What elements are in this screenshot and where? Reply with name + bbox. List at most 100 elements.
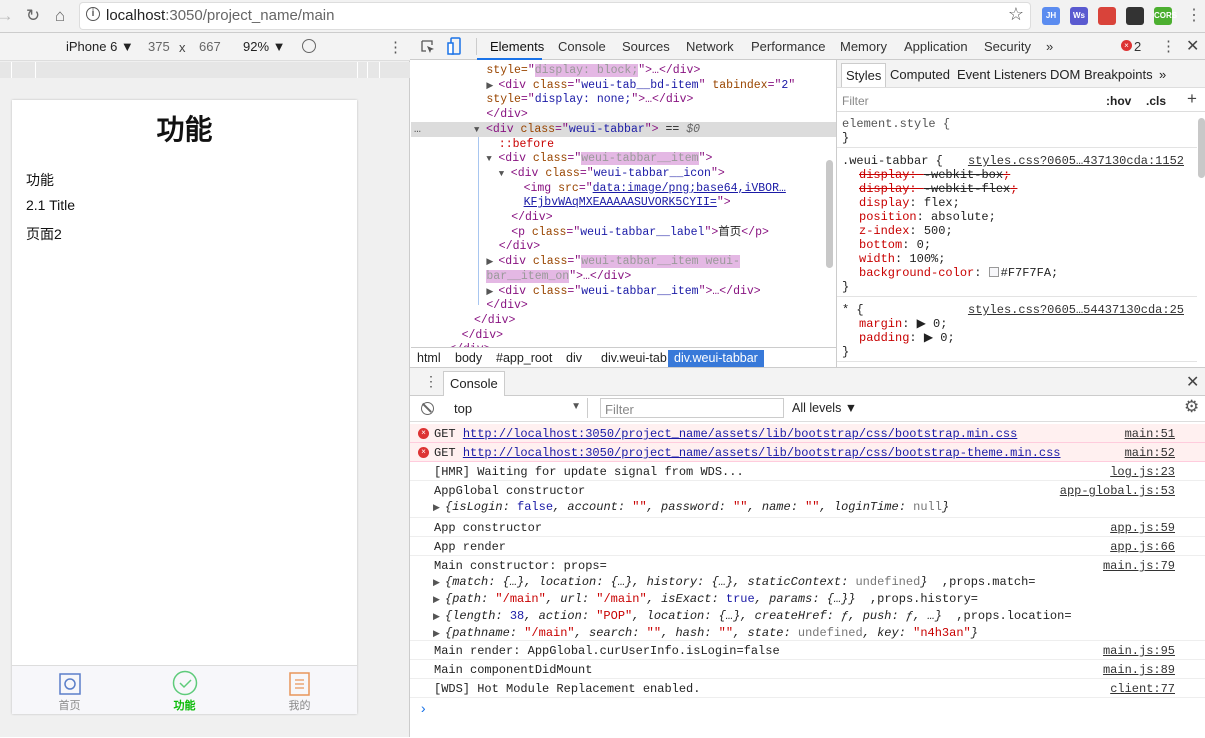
context-select[interactable]: top ▼: [446, 398, 588, 418]
close-drawer-icon[interactable]: ✕: [1186, 372, 1199, 392]
expand-arrow-icon[interactable]: ▶: [433, 592, 445, 608]
dom-node-line[interactable]: </div>: [411, 107, 836, 122]
css-property[interactable]: display: flex;: [859, 196, 960, 210]
code-token[interactable]: KFjbvWAqMXEAAAAASUVORK5CYII=: [524, 196, 717, 209]
console-source-link[interactable]: app-global.js:53: [1060, 483, 1175, 499]
dom-node-line[interactable]: <img src="data:image/png;base64,iVBOR…: [411, 181, 836, 196]
console-source-link[interactable]: main.js:89: [1103, 662, 1175, 678]
tab-console[interactable]: Console: [558, 39, 606, 54]
tab-sources[interactable]: Sources: [622, 39, 670, 54]
css-prop-name[interactable]: bottom: [859, 238, 902, 252]
styles-tab[interactable]: DOM Breakpoints: [1050, 67, 1153, 82]
css-prop-name[interactable]: padding: [859, 331, 909, 345]
css-property[interactable]: z-index: 500;: [859, 224, 953, 238]
console-source-link[interactable]: app.js:66: [1110, 539, 1175, 555]
tab-mine[interactable]: 我的: [242, 666, 357, 715]
home-icon[interactable]: ⌂: [49, 6, 71, 26]
color-swatch[interactable]: [988, 267, 999, 277]
console-source-link[interactable]: client:77: [1110, 681, 1175, 697]
error-icon[interactable]: ×: [1121, 40, 1132, 51]
breadcrumb-item[interactable]: div.weui-tabbar: [668, 350, 764, 368]
dom-node-line[interactable]: </div>: [411, 298, 836, 313]
css-prop-name[interactable]: display: [859, 168, 909, 182]
node-actions-icon[interactable]: …: [414, 122, 421, 137]
console-source-link[interactable]: main:52: [1125, 445, 1175, 461]
rotate-icon[interactable]: [302, 39, 316, 53]
code-token[interactable]: data:image/png;base64,iVBOR…: [593, 182, 786, 195]
styles-filter-input[interactable]: Filter: [842, 94, 869, 108]
css-source-link[interactable]: styles.css?0605…54437130cda:25: [968, 303, 1184, 317]
css-prop-name[interactable]: z-index: [859, 224, 909, 238]
console-source-link[interactable]: log.js:23: [1110, 464, 1175, 480]
dom-node-line[interactable]: bar__item_on">…</div>: [411, 269, 836, 284]
css-prop-name[interactable]: display: [859, 182, 909, 196]
dom-node-line[interactable]: </div>: [411, 313, 836, 328]
device-toggle-icon[interactable]: [447, 37, 461, 55]
styles-scrollbar[interactable]: [1198, 118, 1205, 178]
css-prop-value[interactable]: absolute: [931, 210, 989, 224]
drawer-menu-icon[interactable]: ⋮: [424, 373, 438, 390]
css-property[interactable]: position: absolute;: [859, 210, 996, 224]
forward-icon[interactable]: →: [0, 6, 16, 26]
css-prop-value[interactable]: ▶ 0: [924, 331, 948, 345]
list-item[interactable]: 2.1 Title: [26, 197, 75, 213]
dom-node-line[interactable]: style="display: none;">…</div>: [411, 92, 836, 107]
bookmark-star-icon[interactable]: ☆: [1008, 4, 1024, 25]
tab-features[interactable]: 功能: [127, 666, 242, 715]
styles-tab[interactable]: Event Listeners: [957, 67, 1047, 82]
tab-performance[interactable]: Performance: [751, 39, 825, 54]
console-source-link[interactable]: app.js:59: [1110, 520, 1175, 536]
dom-node-line[interactable]: ▶ <div class="weui-tabbar__item">…</div>: [411, 284, 836, 299]
code-token[interactable]: http://localhost:3050/project_name/asset…: [463, 446, 1061, 460]
css-prop-value[interactable]: 0: [917, 238, 924, 252]
css-prop-name[interactable]: display: [859, 196, 909, 210]
extension-icon[interactable]: JH: [1042, 7, 1060, 25]
css-prop-name[interactable]: position: [859, 210, 917, 224]
css-property[interactable]: bottom: 0;: [859, 238, 931, 252]
tab-network[interactable]: Network: [686, 39, 734, 54]
tab-application[interactable]: Application: [904, 39, 968, 54]
css-property[interactable]: width: 100%;: [859, 252, 945, 266]
console-source-link[interactable]: main.js:79: [1103, 558, 1175, 574]
css-property[interactable]: margin: ▶ 0;: [859, 317, 947, 331]
breadcrumb-item[interactable]: div.weui-tab: [595, 350, 673, 368]
breadcrumb-item[interactable]: body: [449, 350, 488, 368]
css-prop-value[interactable]: 500: [924, 224, 946, 238]
device-height[interactable]: 667: [199, 39, 221, 54]
cls-toggle[interactable]: .cls: [1146, 94, 1166, 108]
address-bar[interactable]: i localhost:3050/project_name/main ☆: [80, 3, 1030, 29]
tab-console[interactable]: Console: [443, 371, 505, 396]
dom-node-line[interactable]: </div>: [411, 210, 836, 225]
tab-home[interactable]: 首页: [12, 666, 127, 715]
expand-arrow-icon[interactable]: ▶: [433, 500, 445, 516]
css-prop-value[interactable]: 100%: [909, 252, 938, 266]
device-width[interactable]: 375: [148, 39, 170, 54]
media-query-bar[interactable]: [0, 62, 410, 78]
tab-memory[interactable]: Memory: [840, 39, 887, 54]
dom-node-line[interactable]: style="display: block;">…</div>: [411, 63, 836, 78]
extension-icon[interactable]: [1126, 7, 1144, 25]
tab-elements[interactable]: Elements: [490, 39, 544, 54]
device-menu-icon[interactable]: ⋮: [388, 38, 403, 56]
dom-node-line[interactable]: ▶ <div class="weui-tab__bd-item" tabindex…: [411, 78, 836, 93]
browser-menu-icon[interactable]: ⋮: [1186, 5, 1202, 25]
log-levels-select[interactable]: All levels ▼: [792, 401, 857, 415]
css-prop-value[interactable]: -webkit-flex: [924, 182, 1010, 196]
extension-icon[interactable]: Ws: [1070, 7, 1088, 25]
css-prop-value[interactable]: ▶ 0: [917, 317, 941, 331]
zoom-select[interactable]: 92% ▼: [243, 39, 286, 54]
dom-node-line[interactable]: <p class="weui-tabbar__label">首页</p>: [411, 225, 836, 240]
list-item[interactable]: 页面2: [26, 224, 62, 244]
styles-tab[interactable]: »: [1159, 67, 1166, 82]
breadcrumb-item[interactable]: #app_root: [490, 350, 558, 368]
expand-arrow-icon[interactable]: ▶: [433, 609, 445, 625]
css-prop-name[interactable]: background-color: [859, 266, 974, 280]
list-item[interactable]: 功能: [26, 170, 54, 190]
dom-node-line[interactable]: … ▼ <div class="weui-tabbar"> == $0: [411, 121, 836, 137]
css-source-link[interactable]: styles.css?0605…437130cda:1152: [968, 154, 1184, 168]
clear-console-icon[interactable]: [421, 402, 434, 415]
console-source-link[interactable]: main.js:95: [1103, 643, 1175, 659]
tab-security[interactable]: Security: [984, 39, 1031, 54]
css-property[interactable]: display: -webkit-flex;: [859, 182, 1017, 196]
dom-node-line[interactable]: </div>: [411, 239, 836, 254]
